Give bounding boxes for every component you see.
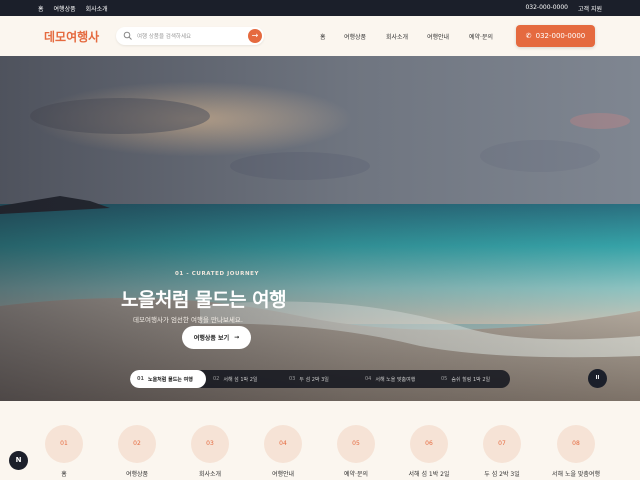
topbar-link-home[interactable]: 홈 [38, 4, 44, 13]
hero-banner: 01 - CURATED JOURNEY 노을처럼 물드는 여행 데모여행사가 … [0, 56, 640, 401]
topbar-link-about[interactable]: 회사소개 [86, 4, 108, 13]
slide-tab-number: 05 [441, 376, 448, 382]
floating-menu-button[interactable]: N [9, 451, 28, 470]
slide-tab-label: 서해 노을 맞춤여행 [375, 376, 416, 383]
hero-overlay [0, 56, 640, 401]
quick-link-number: 01 [45, 425, 83, 463]
phone-icon: ✆ [525, 32, 532, 40]
nav-item-products[interactable]: 여행상품 [344, 32, 366, 41]
quick-link-booking[interactable]: 05 예약·문의 [326, 425, 386, 478]
topbar-phone[interactable]: 032-000-0000 [525, 4, 568, 13]
quick-link-number: 04 [264, 425, 302, 463]
pause-button[interactable]: II [588, 369, 607, 388]
quick-link-number: 06 [410, 425, 448, 463]
quick-link-number: 07 [483, 425, 521, 463]
quick-link-tour-2[interactable]: 07 두 섬 2박 3일 [472, 425, 532, 478]
slide-selector: 01 노을처럼 물드는 여행 02 서해 섬 1박 2일 03 두 섬 2박 3… [130, 370, 510, 388]
fab-label: N [15, 456, 22, 464]
top-utility-bar: 홈 여행상품 회사소개 032-000-0000 고객 지원 [0, 0, 640, 16]
pause-icon: II [595, 375, 600, 381]
quick-link-label: 예약·문의 [344, 471, 368, 478]
slide-tab-5[interactable]: 05 숨쉬 힐링 1박 2일 [434, 370, 510, 388]
slide-tab-2[interactable]: 02 서해 섬 1박 2일 [206, 370, 282, 388]
quick-link-label: 서해 노을 맞춤여행 [552, 471, 600, 478]
quick-link-label: 여행상품 [125, 471, 149, 478]
quick-link-label: 두 섬 2박 3일 [484, 471, 520, 478]
slide-tab-1[interactable]: 01 노을처럼 물드는 여행 [130, 370, 206, 388]
search-input[interactable]: 여행 상품을 검색하세요 [137, 32, 191, 40]
quick-link-number: 02 [118, 425, 156, 463]
quick-link-label: 회사소개 [198, 471, 222, 478]
quick-link-number: 05 [337, 425, 375, 463]
view-products-button[interactable]: 여행상품 보기 → [182, 326, 251, 349]
quick-link-products[interactable]: 02 여행상품 [107, 425, 167, 478]
quick-link-tour-1[interactable]: 06 서해 섬 1박 2일 [399, 425, 459, 478]
quick-link-number: 08 [557, 425, 595, 463]
call-button[interactable]: ✆ 032-000-0000 [516, 25, 595, 47]
slide-tab-label: 노을처럼 물드는 여행 [147, 376, 193, 383]
slide-tab-number: 02 [213, 376, 220, 382]
quick-link-tour-3[interactable]: 08 서해 노을 맞춤여행 [546, 425, 606, 478]
search-icon [123, 31, 132, 40]
quick-link-home[interactable]: 01 홈 [34, 425, 94, 478]
call-button-label: 032-000-0000 [535, 32, 586, 40]
hero-headline: 노을처럼 물드는 여행 [121, 289, 287, 311]
quick-link-label: 여행안내 [271, 471, 295, 478]
slide-tab-label: 두 섬 2박 3일 [299, 376, 329, 383]
topbar-support[interactable]: 고객 지원 [578, 4, 602, 13]
slide-tab-number: 03 [289, 376, 296, 382]
hero-kicker: 01 - CURATED JOURNEY [175, 271, 260, 277]
slide-tab-number: 01 [137, 376, 144, 382]
cta-label: 여행상품 보기 [193, 335, 230, 342]
nav-item-home[interactable]: 홈 [320, 32, 326, 41]
quick-link-label: 홈 [61, 471, 67, 478]
slide-tab-label: 서해 섬 1박 2일 [223, 376, 258, 383]
quick-link-about[interactable]: 03 회사소개 [180, 425, 240, 478]
slide-tab-3[interactable]: 03 두 섬 2박 3일 [282, 370, 358, 388]
quick-link-number: 03 [191, 425, 229, 463]
quick-link-guide[interactable]: 04 여행안내 [253, 425, 313, 478]
arrow-right-icon: → [234, 334, 240, 341]
topbar-link-products[interactable]: 여행상품 [54, 4, 76, 13]
quick-link-label: 서해 섬 1박 2일 [408, 471, 450, 478]
slide-tab-number: 04 [365, 376, 372, 382]
nav-item-guide[interactable]: 여행안내 [427, 32, 449, 41]
nav-item-about[interactable]: 회사소개 [386, 32, 408, 41]
slide-tab-4[interactable]: 04 서해 노을 맞춤여행 [358, 370, 434, 388]
site-header: 데모여행사 여행 상품을 검색하세요 → 홈 여행상품 회사소개 여행안내 예약… [0, 16, 640, 56]
slide-tab-label: 숨쉬 힐링 1박 2일 [451, 376, 491, 383]
quick-links-section: 01 홈 02 여행상품 03 회사소개 04 여행안내 05 예약·문의 06… [0, 401, 640, 480]
search-submit-button[interactable]: → [248, 29, 262, 43]
hero-subline: 데모여행사가 엄선한 여행을 만나보세요. [133, 316, 243, 324]
nav-item-booking[interactable]: 예약·문의 [469, 32, 493, 41]
site-logo[interactable]: 데모여행사 [44, 28, 99, 45]
arrow-right-icon: → [251, 31, 259, 40]
search-box[interactable]: 여행 상품을 검색하세요 → [116, 27, 264, 45]
